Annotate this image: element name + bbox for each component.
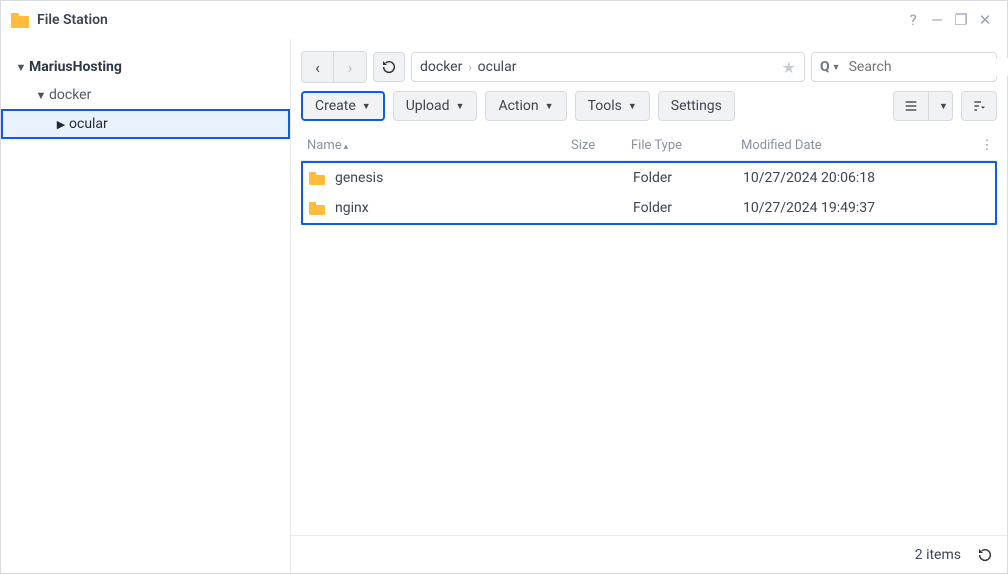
col-header-date[interactable]: Modified Date bbox=[741, 138, 977, 153]
back-button[interactable]: ‹ bbox=[302, 52, 334, 82]
file-table: Name▴ Size File Type Modified Date ⋮ gen… bbox=[291, 131, 1007, 535]
sort-button[interactable] bbox=[961, 91, 997, 121]
chevron-right-icon: ▶ bbox=[55, 118, 67, 131]
folder-icon bbox=[309, 172, 325, 185]
chevron-down-icon: ▼ bbox=[15, 61, 27, 74]
maximize-button[interactable]: ❐ bbox=[949, 11, 973, 29]
help-button[interactable]: ? bbox=[901, 11, 925, 29]
close-button[interactable]: ✕ bbox=[973, 11, 997, 29]
reload-icon bbox=[977, 547, 993, 563]
table-row[interactable]: nginx Folder 10/27/2024 19:49:37 bbox=[303, 193, 995, 223]
chevron-down-icon: ▼ bbox=[939, 101, 948, 112]
tree-root[interactable]: ▼ MariusHosting bbox=[1, 53, 290, 81]
breadcrumb-seg[interactable]: docker bbox=[420, 59, 462, 75]
main-area: ▼ MariusHosting ▼ docker ▶ ocular ‹ › bbox=[1, 39, 1007, 573]
search-input[interactable] bbox=[847, 58, 1008, 76]
chevron-down-icon[interactable]: ▼ bbox=[832, 62, 841, 73]
breadcrumb[interactable]: docker › ocular ★ bbox=[411, 52, 805, 82]
chevron-down-icon: ▼ bbox=[628, 101, 637, 112]
file-station-window: File Station ? — ❐ ✕ ▼ MariusHosting ▼ d… bbox=[0, 0, 1008, 574]
minimize-button[interactable]: — bbox=[925, 11, 949, 29]
folder-icon bbox=[309, 202, 325, 215]
sort-icon bbox=[971, 98, 987, 114]
col-header-name[interactable]: Name▴ bbox=[301, 138, 571, 153]
chevron-down-icon: ▼ bbox=[35, 89, 47, 102]
action-button[interactable]: Action▼ bbox=[485, 91, 566, 121]
upload-button[interactable]: Upload▼ bbox=[393, 91, 478, 121]
tree-item-docker[interactable]: ▼ docker bbox=[1, 81, 290, 109]
nav-buttons: ‹ › bbox=[301, 51, 367, 83]
sort-asc-icon: ▴ bbox=[344, 142, 349, 152]
reload-icon bbox=[381, 59, 397, 75]
tools-button[interactable]: Tools▼ bbox=[575, 91, 650, 121]
item-count: 2 items bbox=[915, 547, 961, 563]
status-reload-button[interactable] bbox=[977, 547, 993, 563]
search-icon: Q bbox=[820, 59, 830, 75]
breadcrumb-seg[interactable]: ocular bbox=[478, 59, 517, 75]
chevron-right-icon: › bbox=[348, 58, 353, 77]
favorite-star-icon[interactable]: ★ bbox=[782, 58, 796, 77]
file-type: Folder bbox=[633, 170, 743, 186]
list-icon bbox=[903, 98, 919, 114]
toolbar: Create▼ Upload▼ Action▼ Tools▼ Settings … bbox=[291, 91, 1007, 131]
col-header-more[interactable]: ⋮ bbox=[977, 138, 997, 153]
tree-root-label: MariusHosting bbox=[29, 59, 122, 75]
view-dropdown-button[interactable]: ▼ bbox=[929, 91, 953, 121]
tree-item-ocular[interactable]: ▶ ocular bbox=[1, 109, 290, 139]
file-date: 10/27/2024 19:49:37 bbox=[743, 200, 975, 216]
view-list-button[interactable] bbox=[893, 91, 929, 121]
chevron-down-icon: ▼ bbox=[545, 101, 554, 112]
folder-tree: ▼ MariusHosting ▼ docker ▶ ocular bbox=[1, 39, 291, 573]
col-header-size[interactable]: Size bbox=[571, 138, 631, 153]
app-title: File Station bbox=[37, 12, 108, 28]
create-button[interactable]: Create▼ bbox=[301, 91, 385, 121]
status-bar: 2 items bbox=[291, 535, 1007, 573]
path-bar: ‹ › docker › ocular ★ Q ▼ bbox=[291, 51, 1007, 91]
tree-item-label: ocular bbox=[69, 116, 108, 132]
chevron-down-icon: ▼ bbox=[362, 101, 371, 112]
file-date: 10/27/2024 20:06:18 bbox=[743, 170, 975, 186]
settings-button[interactable]: Settings bbox=[658, 91, 735, 121]
view-mode-group: ▼ bbox=[893, 91, 953, 121]
tree-item-label: docker bbox=[49, 87, 91, 103]
file-type: Folder bbox=[633, 200, 743, 216]
file-name: genesis bbox=[335, 170, 383, 186]
table-row[interactable]: genesis Folder 10/27/2024 20:06:18 bbox=[303, 163, 995, 193]
titlebar: File Station ? — ❐ ✕ bbox=[1, 1, 1007, 39]
table-header: Name▴ Size File Type Modified Date ⋮ bbox=[301, 131, 997, 161]
breadcrumb-sep-icon: › bbox=[468, 61, 471, 74]
forward-button[interactable]: › bbox=[334, 52, 366, 82]
reload-button[interactable] bbox=[373, 52, 405, 82]
file-name: nginx bbox=[335, 200, 369, 216]
search-box[interactable]: Q ▼ bbox=[811, 52, 997, 82]
chevron-down-icon: ▼ bbox=[456, 101, 465, 112]
app-folder-icon bbox=[11, 13, 29, 28]
table-body: genesis Folder 10/27/2024 20:06:18 nginx… bbox=[301, 161, 997, 225]
content-pane: ‹ › docker › ocular ★ Q ▼ bbox=[291, 39, 1007, 573]
chevron-left-icon: ‹ bbox=[315, 58, 320, 77]
col-header-type[interactable]: File Type bbox=[631, 138, 741, 153]
